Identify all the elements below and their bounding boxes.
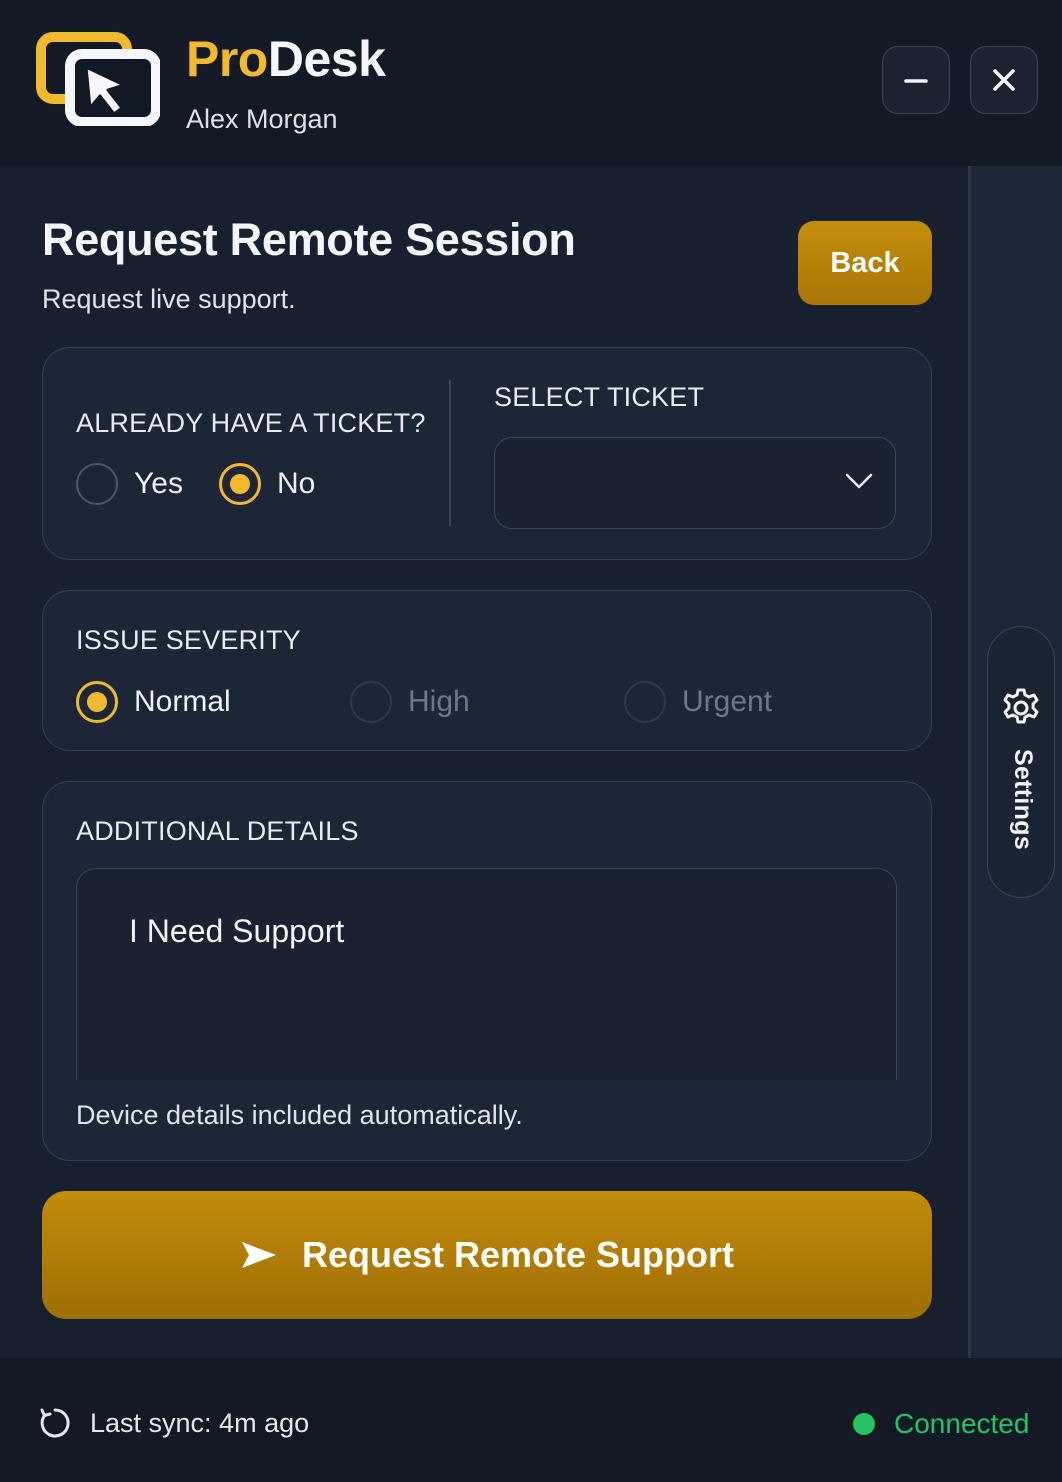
details-text: I Need Support xyxy=(129,913,345,949)
brand-desk: Desk xyxy=(267,31,386,87)
send-icon xyxy=(241,1242,276,1268)
details-card: ADDITIONAL DETAILS I Need Support Device… xyxy=(42,781,932,1161)
minus-icon xyxy=(904,79,928,83)
page-title: Request Remote Session xyxy=(42,214,576,265)
details-label: ADDITIONAL DETAILS xyxy=(76,816,359,846)
radio-circle xyxy=(350,681,392,723)
settings-tab[interactable]: Settings xyxy=(987,626,1055,898)
prodesk-window: ProDesk Alex Morgan Settings Request Rem… xyxy=(0,0,1062,1482)
status-dot xyxy=(853,1413,875,1435)
radio-circle xyxy=(624,681,666,723)
radio-label: Yes xyxy=(134,467,183,500)
close-icon xyxy=(993,69,1015,91)
severity-normal-radio[interactable]: Normal xyxy=(76,681,231,723)
user-name: Alex Morgan xyxy=(186,104,338,134)
main-panel xyxy=(0,166,968,1358)
ticket-question-label: ALREADY HAVE A TICKET? xyxy=(76,408,426,438)
radio-circle xyxy=(76,681,118,723)
severity-urgent-radio[interactable]: Urgent xyxy=(624,681,772,723)
gear-icon xyxy=(1003,688,1039,724)
back-button[interactable]: Back xyxy=(798,221,932,305)
divider xyxy=(449,380,451,526)
radio-label: No xyxy=(277,467,316,500)
brand-pro: Pro xyxy=(186,31,268,87)
radio-label: Normal xyxy=(134,685,231,718)
cursor-window-logo-icon xyxy=(36,32,160,126)
details-hint: Device details included automatically. xyxy=(76,1100,523,1130)
radio-label: Urgent xyxy=(682,685,773,718)
status-footer: Last sync: 4m ago Connected xyxy=(0,1358,1062,1482)
severity-high-radio[interactable]: High xyxy=(350,681,470,723)
radio-circle xyxy=(219,463,261,505)
radio-circle xyxy=(76,463,118,505)
last-sync-text: Last sync: 4m ago xyxy=(90,1408,310,1438)
details-textarea[interactable]: I Need Support xyxy=(76,868,897,1080)
ticket-no-radio[interactable]: No xyxy=(219,463,315,505)
connection-status: Connected xyxy=(894,1408,1030,1439)
request-remote-support-button[interactable]: Request Remote Support xyxy=(42,1191,932,1319)
app-header: ProDesk Alex Morgan xyxy=(0,0,1062,166)
severity-card: ISSUE SEVERITY Normal High Urgent xyxy=(42,590,932,751)
brand-name: ProDesk xyxy=(186,30,386,88)
page-subtitle: Request live support. xyxy=(42,284,296,314)
minimize-button[interactable] xyxy=(882,46,950,114)
ticket-card: ALREADY HAVE A TICKET? Yes No SELECT TIC… xyxy=(42,347,932,560)
ticket-select[interactable] xyxy=(494,437,896,529)
select-ticket-label: SELECT TICKET xyxy=(494,382,705,412)
sync-icon xyxy=(40,1408,70,1438)
submit-label: Request Remote Support xyxy=(301,1234,735,1275)
ticket-yes-radio[interactable]: Yes xyxy=(76,463,183,505)
settings-label: Settings xyxy=(1009,749,1037,851)
close-button[interactable] xyxy=(970,46,1038,114)
severity-label: ISSUE SEVERITY xyxy=(76,625,301,655)
chevron-down-icon xyxy=(845,473,873,489)
radio-label: High xyxy=(408,685,470,718)
